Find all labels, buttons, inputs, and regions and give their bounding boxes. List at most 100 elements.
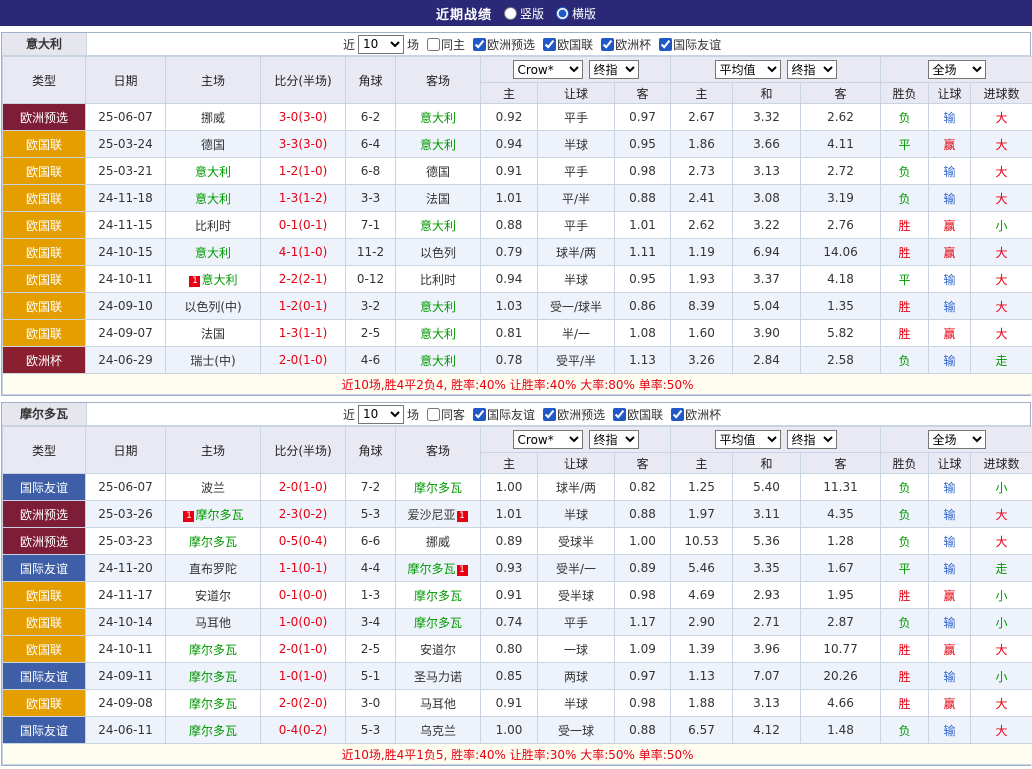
league-filter-2[interactable]: 欧国联 (543, 36, 593, 53)
layout-vertical-option[interactable]: 竖版 (504, 5, 544, 22)
col-away: 客场 (396, 427, 481, 474)
horizontal-layout-radio[interactable] (556, 7, 569, 20)
team-label: 以色列(中) (184, 300, 241, 314)
team-label: 德国 (426, 165, 450, 179)
team-label: 德国 (201, 138, 225, 152)
league-filter-3[interactable]: 欧国联 (613, 406, 663, 423)
team-label: 摩尔多瓦 (189, 697, 237, 711)
avg-away-odds-cell: 3.19 (801, 185, 881, 212)
avg-away-odds-cell: 4.66 (801, 690, 881, 717)
corner-cell: 0-12 (346, 266, 396, 293)
team-label: 意大利 (420, 138, 456, 152)
final-index-select[interactable]: 终指 (589, 430, 639, 449)
same-side-checkbox[interactable] (427, 38, 440, 51)
league-filter-4[interactable]: 国际友谊 (659, 36, 721, 53)
result-cell: 负 (881, 717, 929, 744)
match-row: 欧国联24-11-18意大利1-3(1-2)3-3法国1.01平/半0.882.… (3, 185, 1032, 212)
avg-away-odds-cell: 1.48 (801, 717, 881, 744)
avg-home-odds-cell: 1.25 (671, 474, 733, 501)
final-index-select-2[interactable]: 终指 (787, 60, 837, 79)
team-name: 意大利 (2, 33, 87, 55)
league-checkbox[interactable] (543, 38, 556, 51)
avg-away-odds-cell: 14.06 (801, 239, 881, 266)
score-cell: 2-0(2-0) (261, 690, 346, 717)
league-filter-3[interactable]: 欧洲杯 (601, 36, 651, 53)
same-side-filter[interactable]: 同主 (427, 36, 465, 53)
goals-result-cell: 走 (971, 555, 1032, 582)
team-section-1: 意大利 近 10 场 同主 欧洲预选 欧国联 (1, 32, 1031, 396)
average-select[interactable]: 平均值 (715, 60, 781, 79)
company-select[interactable]: Crow* (513, 430, 583, 449)
match-row: 欧洲杯24-06-29瑞士(中)2-0(1-0)4-6意大利0.78受平/半1.… (3, 347, 1032, 374)
average-select[interactable]: 平均值 (715, 430, 781, 449)
avg-home-odds-cell: 1.88 (671, 690, 733, 717)
scope-select[interactable]: 全场 (928, 430, 986, 449)
league-checkbox[interactable] (473, 408, 486, 421)
date-cell: 24-09-11 (86, 663, 166, 690)
league-filter-1[interactable]: 国际友谊 (473, 406, 535, 423)
score-cell: 4-1(1-0) (261, 239, 346, 266)
corner-cell: 5-3 (346, 501, 396, 528)
handicap-result-cell: 赢 (929, 690, 971, 717)
recent-count-select[interactable]: 10 (358, 35, 404, 54)
handicap-away-odds-cell: 0.97 (615, 663, 671, 690)
league-checkbox[interactable] (601, 38, 614, 51)
score-cell: 3-3(3-0) (261, 131, 346, 158)
home-team-cell: 瑞士(中) (166, 347, 261, 374)
team-label: 直布罗陀 (189, 562, 237, 576)
avg-home-odds-cell: 1.93 (671, 266, 733, 293)
final-index-select[interactable]: 终指 (589, 60, 639, 79)
sub-col-handicap-result: 让球 (929, 83, 971, 104)
col-corner: 角球 (346, 57, 396, 104)
league-checkbox[interactable] (659, 38, 672, 51)
avg-away-odds-cell: 1.67 (801, 555, 881, 582)
final-index-select-2[interactable]: 终指 (787, 430, 837, 449)
home-team-cell: 意大利 (166, 239, 261, 266)
match-row: 欧洲预选25-03-23摩尔多瓦0-5(0-4)6-6挪威0.89受球半1.00… (3, 528, 1032, 555)
match-row: 国际友谊24-11-20直布罗陀1-1(0-1)4-4摩尔多瓦10.93受半/一… (3, 555, 1032, 582)
league-filter-2[interactable]: 欧洲预选 (543, 406, 605, 423)
league-type-cell: 欧国联 (3, 185, 86, 212)
home-team-cell: 法国 (166, 320, 261, 347)
same-side-filter[interactable]: 同客 (427, 406, 465, 423)
avg-home-odds-cell: 10.53 (671, 528, 733, 555)
team-label: 比利时 (420, 273, 456, 287)
avg-away-odds-cell: 2.58 (801, 347, 881, 374)
avg-draw-odds-cell: 3.13 (733, 690, 801, 717)
result-cell: 负 (881, 474, 929, 501)
result-group: 全场 (881, 57, 1032, 83)
sub-col-result: 胜负 (881, 453, 929, 474)
match-row: 欧国联24-11-17安道尔0-1(0-0)1-3摩尔多瓦0.91受半球0.98… (3, 582, 1032, 609)
league-checkbox[interactable] (613, 408, 626, 421)
summary-text: 近10场,胜4平1负5, 胜率:40% 让胜率:30% 大率:50% 单率:50… (3, 744, 1032, 765)
date-cell: 24-06-29 (86, 347, 166, 374)
avg-draw-odds-cell: 3.32 (733, 104, 801, 131)
league-checkbox[interactable] (543, 408, 556, 421)
home-team-cell: 挪威 (166, 104, 261, 131)
avg-home-odds-cell: 1.60 (671, 320, 733, 347)
filter-bar: 摩尔多瓦 近 10 场 同客 国际友谊 欧洲预选 (2, 403, 1030, 426)
vertical-layout-radio[interactable] (504, 7, 517, 20)
league-checkbox[interactable] (671, 408, 684, 421)
avg-home-odds-cell: 4.69 (671, 582, 733, 609)
score-cell: 0-1(0-1) (261, 212, 346, 239)
goals-result-cell: 大 (971, 158, 1032, 185)
goals-result-cell: 小 (971, 212, 1032, 239)
handicap-away-odds-cell: 0.86 (615, 293, 671, 320)
league-filter-4[interactable]: 欧洲杯 (671, 406, 721, 423)
team-label: 意大利 (420, 354, 456, 368)
handicap-line-cell: 两球 (538, 663, 615, 690)
col-date: 日期 (86, 427, 166, 474)
layout-horizontal-option[interactable]: 横版 (556, 5, 596, 22)
date-cell: 24-10-14 (86, 609, 166, 636)
filter-bar: 意大利 近 10 场 同主 欧洲预选 欧国联 (2, 33, 1030, 56)
handicap-home-odds-cell: 1.01 (481, 501, 538, 528)
same-side-checkbox[interactable] (427, 408, 440, 421)
sub-col-avg-home: 主 (671, 83, 733, 104)
league-checkbox[interactable] (473, 38, 486, 51)
scope-select[interactable]: 全场 (928, 60, 986, 79)
company-select[interactable]: Crow* (513, 60, 583, 79)
score-cell: 3-0(3-0) (261, 104, 346, 131)
recent-count-select[interactable]: 10 (358, 405, 404, 424)
league-filter-1[interactable]: 欧洲预选 (473, 36, 535, 53)
